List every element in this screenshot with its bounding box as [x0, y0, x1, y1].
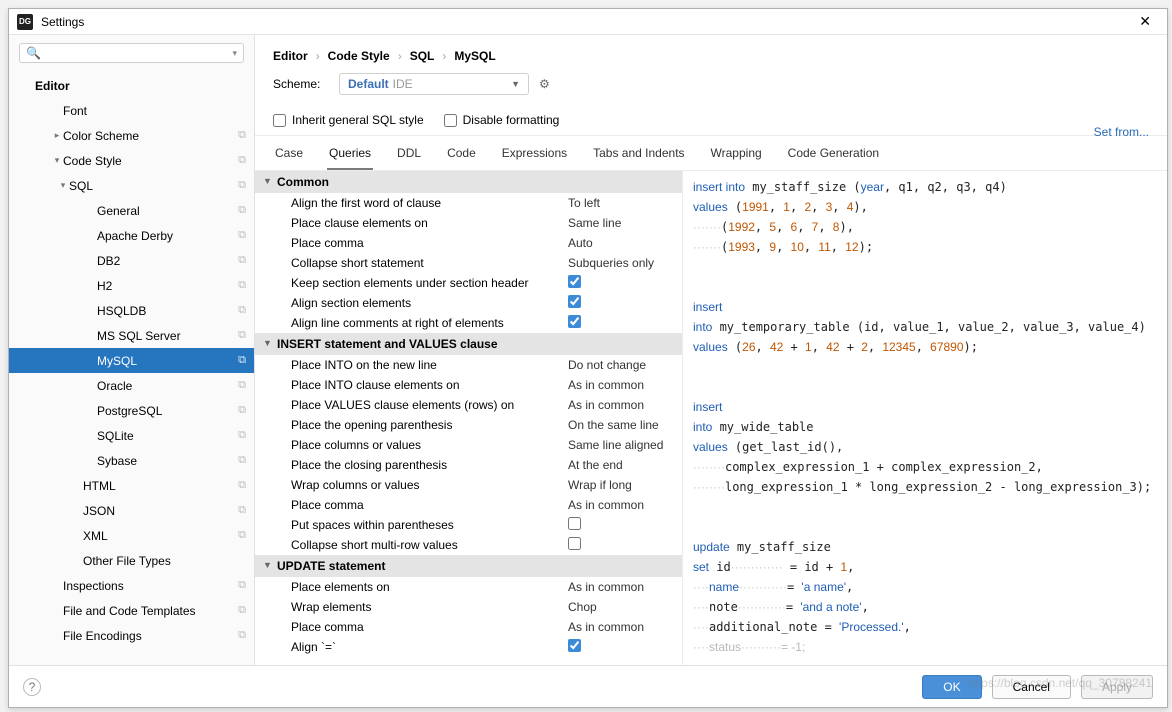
- tab-wrapping[interactable]: Wrapping: [709, 142, 764, 170]
- tab-queries[interactable]: Queries: [327, 142, 373, 170]
- section-update-statement[interactable]: ▼UPDATE statement: [255, 555, 682, 577]
- option-row[interactable]: Place the closing parenthesisAt the end: [255, 455, 682, 475]
- copy-icon: ⧉: [238, 579, 246, 592]
- sidebar-item-inspections[interactable]: Inspections⧉: [9, 573, 254, 598]
- disable-formatting-checkbox[interactable]: Disable formatting: [444, 113, 560, 127]
- sidebar-item-code-style[interactable]: ▾Code Style⧉: [9, 148, 254, 173]
- sidebar-item-file-and-code-templates[interactable]: File and Code Templates⧉: [9, 598, 254, 623]
- copy-icon: ⧉: [238, 354, 246, 367]
- sidebar-item-sqlite[interactable]: SQLite⧉: [9, 423, 254, 448]
- copy-icon: ⧉: [238, 279, 246, 292]
- option-row[interactable]: Align the first word of clauseTo left: [255, 193, 682, 213]
- copy-icon: ⧉: [238, 629, 246, 642]
- sidebar-item-font[interactable]: Font: [9, 98, 254, 123]
- inherit-sql-checkbox[interactable]: Inherit general SQL style: [273, 113, 424, 127]
- tab-expressions[interactable]: Expressions: [500, 142, 569, 170]
- search-input[interactable]: 🔍 ▾: [19, 43, 244, 63]
- search-icon: 🔍: [26, 46, 41, 60]
- section-common[interactable]: ▼Common: [255, 171, 682, 193]
- option-row[interactable]: Collapse short statementSubqueries only: [255, 253, 682, 273]
- apply-button[interactable]: Apply: [1081, 675, 1153, 699]
- copy-icon: ⧉: [238, 454, 246, 467]
- copy-icon: ⧉: [238, 479, 246, 492]
- sidebar-item-postgresql[interactable]: PostgreSQL⧉: [9, 398, 254, 423]
- option-row[interactable]: Align section elements: [255, 293, 682, 313]
- gear-icon[interactable]: ⚙: [539, 77, 550, 91]
- scheme-select[interactable]: DefaultIDE ▼: [339, 73, 529, 95]
- option-row[interactable]: Place commaAs in common: [255, 495, 682, 515]
- sidebar-item-xml[interactable]: XML⧉: [9, 523, 254, 548]
- sidebar-item-hsqldb[interactable]: HSQLDB⧉: [9, 298, 254, 323]
- option-row[interactable]: Keep section elements under section head…: [255, 273, 682, 293]
- copy-icon: ⧉: [238, 304, 246, 317]
- option-row[interactable]: Place INTO on the new lineDo not change: [255, 355, 682, 375]
- copy-icon: ⧉: [238, 429, 246, 442]
- sidebar-item-html[interactable]: HTML⧉: [9, 473, 254, 498]
- sidebar-item-h2[interactable]: H2⧉: [9, 273, 254, 298]
- copy-icon: ⧉: [238, 329, 246, 342]
- copy-icon: ⧉: [238, 604, 246, 617]
- sidebar-item-db2[interactable]: DB2⧉: [9, 248, 254, 273]
- copy-icon: ⧉: [238, 504, 246, 517]
- ok-button[interactable]: OK: [922, 675, 981, 699]
- help-icon[interactable]: ?: [23, 678, 41, 696]
- option-row[interactable]: Align line comments at right of elements: [255, 313, 682, 333]
- sidebar-item-sql[interactable]: ▾SQL⧉: [9, 173, 254, 198]
- sidebar-item-apache-derby[interactable]: Apache Derby⧉: [9, 223, 254, 248]
- tab-code[interactable]: Code: [445, 142, 478, 170]
- copy-icon: ⧉: [238, 204, 246, 217]
- option-row[interactable]: Place elements onAs in common: [255, 577, 682, 597]
- option-row[interactable]: Place the opening parenthesisOn the same…: [255, 415, 682, 435]
- copy-icon: ⧉: [238, 154, 246, 167]
- chevron-down-icon: ▼: [511, 79, 520, 89]
- copy-icon: ⧉: [238, 529, 246, 542]
- option-row[interactable]: Put spaces within parentheses: [255, 515, 682, 535]
- copy-icon: ⧉: [238, 179, 246, 192]
- option-row[interactable]: Align `=`: [255, 637, 682, 657]
- copy-icon: ⧉: [238, 254, 246, 267]
- sidebar-item-file-encodings[interactable]: File Encodings⧉: [9, 623, 254, 648]
- option-row[interactable]: Place VALUES clause elements (rows) onAs…: [255, 395, 682, 415]
- tab-ddl[interactable]: DDL: [395, 142, 423, 170]
- option-row[interactable]: Place INTO clause elements onAs in commo…: [255, 375, 682, 395]
- code-preview: insert into my_staff_size (year, q1, q2,…: [683, 171, 1167, 665]
- option-row[interactable]: Collapse short multi-row values: [255, 535, 682, 555]
- cancel-button[interactable]: Cancel: [992, 675, 1071, 699]
- section-insert-statement-and-values-clause[interactable]: ▼INSERT statement and VALUES clause: [255, 333, 682, 355]
- sidebar-item-mysql[interactable]: MySQL⧉: [9, 348, 254, 373]
- copy-icon: ⧉: [238, 129, 246, 142]
- set-from-link[interactable]: Set from...: [1094, 125, 1149, 139]
- chevron-down-icon: ▾: [232, 48, 237, 59]
- sidebar-item-json[interactable]: JSON⧉: [9, 498, 254, 523]
- tab-tabs-and-indents[interactable]: Tabs and Indents: [591, 142, 686, 170]
- sidebar-item-general[interactable]: General⧉: [9, 198, 254, 223]
- close-icon[interactable]: ✕: [1131, 11, 1159, 32]
- copy-icon: ⧉: [238, 379, 246, 392]
- sidebar-item-color-scheme[interactable]: ▸Color Scheme⧉: [9, 123, 254, 148]
- sidebar-item-other-file-types[interactable]: Other File Types: [9, 548, 254, 573]
- scheme-label: Scheme:: [273, 77, 329, 91]
- breadcrumb: Editor› Code Style› SQL› MySQL: [255, 35, 1167, 73]
- app-icon: DG: [17, 14, 33, 30]
- window-title: Settings: [41, 15, 1131, 29]
- copy-icon: ⧉: [238, 229, 246, 242]
- sidebar-header: Editor: [9, 73, 254, 98]
- sidebar-item-ms-sql-server[interactable]: MS SQL Server⧉: [9, 323, 254, 348]
- option-row[interactable]: Wrap elementsChop: [255, 597, 682, 617]
- copy-icon: ⧉: [238, 404, 246, 417]
- tab-code-generation[interactable]: Code Generation: [786, 142, 881, 170]
- option-row[interactable]: Place clause elements onSame line: [255, 213, 682, 233]
- sidebar-item-oracle[interactable]: Oracle⧉: [9, 373, 254, 398]
- sidebar-item-sybase[interactable]: Sybase⧉: [9, 448, 254, 473]
- option-row[interactable]: Wrap columns or valuesWrap if long: [255, 475, 682, 495]
- option-row[interactable]: Place commaAs in common: [255, 617, 682, 637]
- option-row[interactable]: Place commaAuto: [255, 233, 682, 253]
- tab-case[interactable]: Case: [273, 142, 305, 170]
- option-row[interactable]: Place columns or valuesSame line aligned: [255, 435, 682, 455]
